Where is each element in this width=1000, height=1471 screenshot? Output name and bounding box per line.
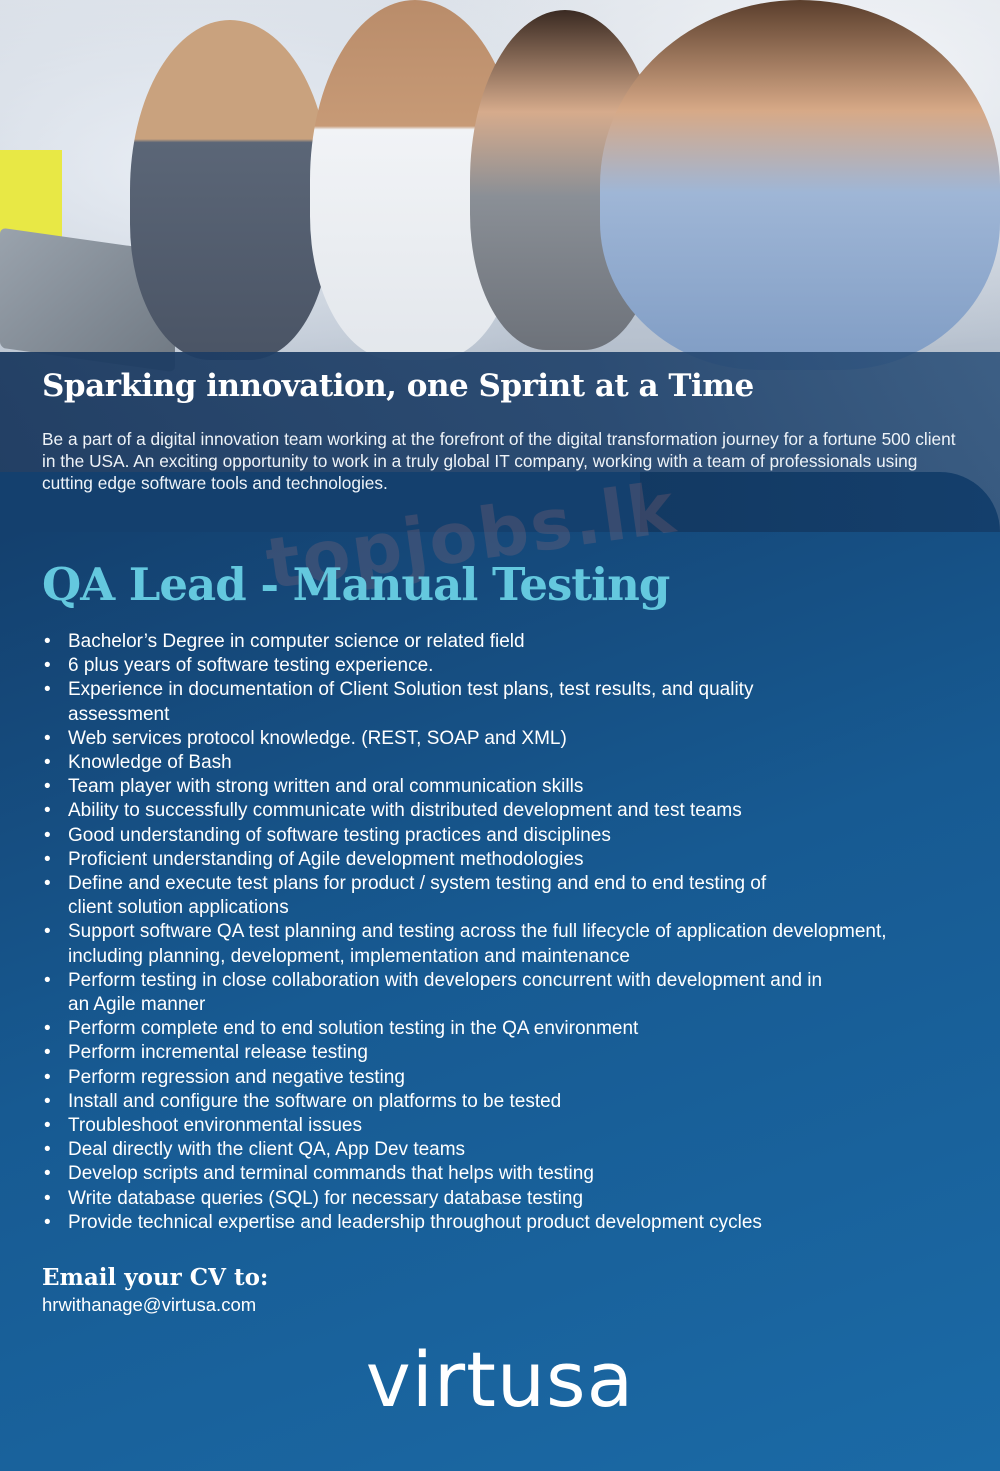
list-item: • Perform incremental release testing <box>42 1041 942 1065</box>
intro-title: Sparking innovation, one Sprint at a Tim… <box>42 368 754 404</box>
person-figure <box>130 20 330 360</box>
list-item: • Experience in documentation of Client S… <box>44 679 754 725</box>
bullet-icon: • <box>44 1163 51 1185</box>
list-item: • Perform testing in close collaboration … <box>44 969 823 1016</box>
list-item: • Knowledge of Bash <box>42 751 942 775</box>
bullet-icon: • <box>44 824 51 846</box>
bullet-icon: • <box>44 1042 51 1064</box>
job-advert: Sparking innovation, one Sprint at a Tim… <box>0 0 1000 1471</box>
virtusa-logo: virtusa <box>365 1335 635 1424</box>
list-item: • Perform regression and negative testing <box>42 1066 942 1090</box>
intro-text: Be a part of a digital innovation team w… <box>42 429 956 493</box>
bullet-icon: • <box>44 1066 51 1088</box>
list-item: • Good understanding of software testing … <box>42 824 942 848</box>
list-item: • Perform complete end to end solution te… <box>42 1017 942 1041</box>
list-item: • Provide technical expertise and leaders… <box>42 1211 942 1235</box>
list-item: • Install and configure the software on p… <box>42 1090 942 1114</box>
bullet-icon: • <box>44 655 51 677</box>
list-item: • Write database queries (SQL) for necess… <box>42 1187 942 1211</box>
bullet-icon: • <box>44 776 51 798</box>
email-link[interactable]: hrwithanage@virtusa.com <box>42 1294 256 1316</box>
bullet-icon: • <box>44 800 51 822</box>
person-figure <box>600 0 1000 370</box>
job-title: QA Lead - Manual Testing <box>42 558 670 611</box>
bullet-icon: • <box>44 848 51 870</box>
bullet-icon: • <box>44 1018 51 1040</box>
list-item: • Troubleshoot environmental issues <box>42 1114 942 1138</box>
bullet-icon: • <box>44 1187 51 1209</box>
bullet-icon: • <box>44 921 51 943</box>
requirements-list: • Bachelor’s Degree in computer science o… <box>42 630 942 1235</box>
list-item: • Support software QA test planning and t… <box>44 921 887 967</box>
bullet-icon: • <box>44 631 51 652</box>
bullet-icon: • <box>44 1139 51 1161</box>
list-item: • Ability to successfully communicate wit… <box>42 799 942 823</box>
list-item: • Team player with strong written and ora… <box>42 775 942 799</box>
bullet-icon: • <box>44 1211 51 1233</box>
email-label: Email your CV to: <box>42 1264 269 1291</box>
bullet-icon: • <box>44 873 51 895</box>
bullet-icon: • <box>44 969 51 991</box>
bullet-icon: • <box>44 1090 51 1112</box>
list-item: • Develop scripts and terminal commands t… <box>42 1162 942 1186</box>
list-item: • 6 plus years of software testing experi… <box>42 654 942 678</box>
bullet-icon: • <box>44 1115 51 1137</box>
list-item: • Define and execute test plans for produ… <box>44 873 767 919</box>
bullet-icon: • <box>44 752 51 774</box>
list-item: • Bachelor’s Degree in computer science o… <box>42 630 942 654</box>
bullet-icon: • <box>44 679 51 701</box>
list-item: • Web services protocol knowledge. (REST,… <box>42 727 942 751</box>
bullet-icon: • <box>44 727 51 749</box>
list-item: • Deal directly with the client QA, App D… <box>42 1138 942 1162</box>
list-item: • Proficient understanding of Agile devel… <box>42 848 942 872</box>
